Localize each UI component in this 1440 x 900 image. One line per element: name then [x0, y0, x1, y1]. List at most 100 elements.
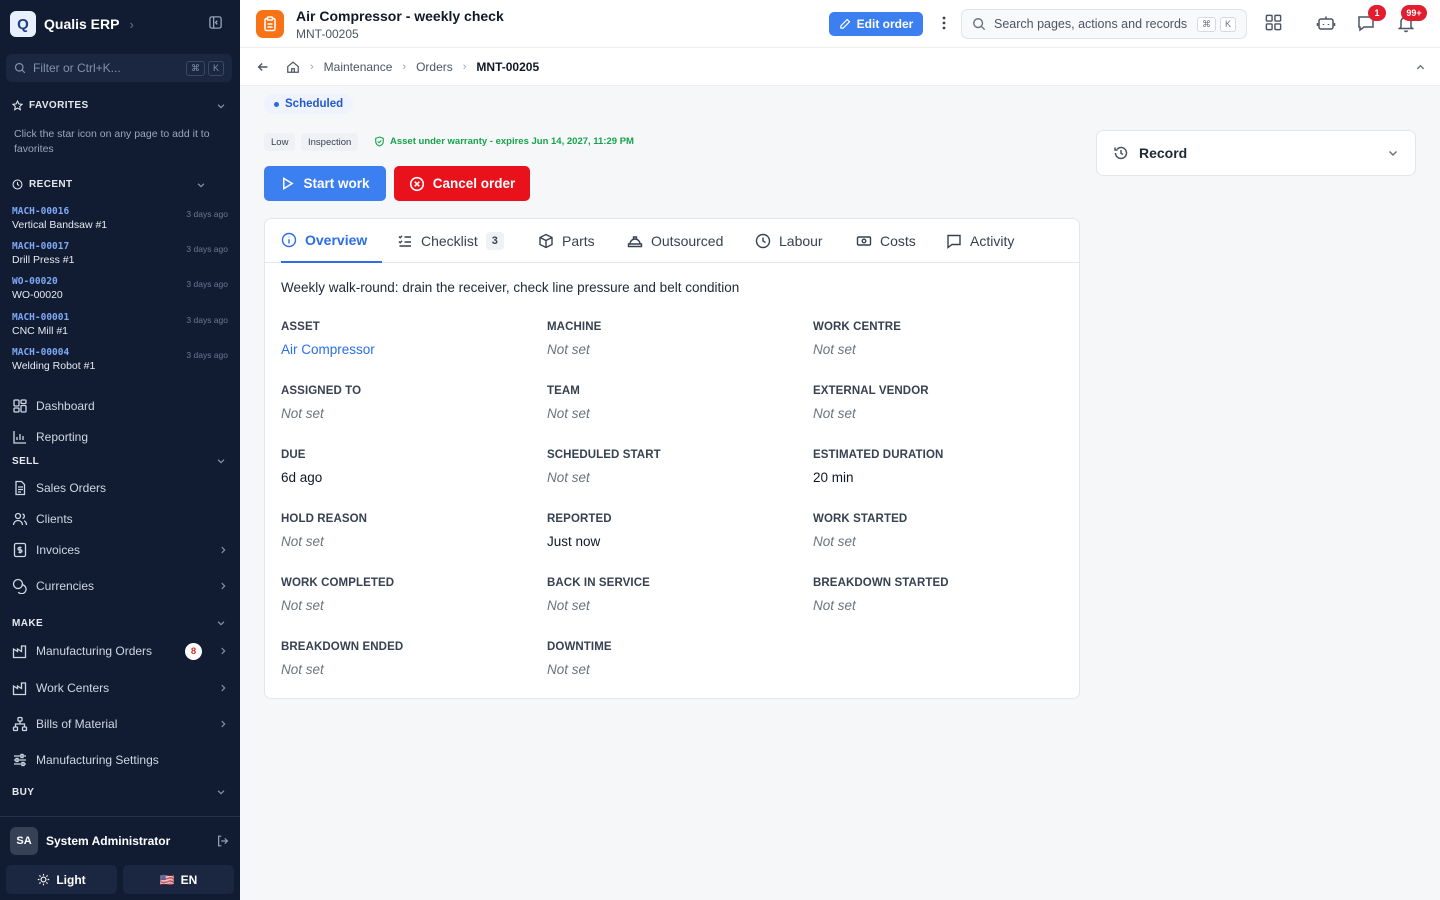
chevron-right-icon: › — [129, 16, 134, 32]
factory-icon — [12, 643, 28, 659]
field-value: Not set — [547, 598, 590, 613]
tab-activity[interactable]: Activity — [946, 219, 1014, 263]
tab-checklist[interactable]: Checklist 3 — [397, 219, 504, 263]
status-dot — [274, 101, 279, 107]
field-value: Not set — [281, 598, 324, 613]
recent-item[interactable]: MACH-00016 Vertical Bandsaw #1 3 days ag… — [12, 206, 230, 236]
sidebar-item-work-centers[interactable]: Work Centers — [12, 675, 228, 701]
notifications-badge: 99+ — [1401, 5, 1427, 21]
field-label: HOLD REASON — [281, 513, 368, 525]
filter-shortcut: ⌘ K — [185, 60, 224, 76]
field-label: WORK CENTRE — [813, 321, 901, 333]
recent-header[interactable]: RECENT — [12, 179, 73, 190]
field-assigned-to: ASSIGNED TO Not set — [281, 385, 531, 421]
sliders-icon — [12, 752, 28, 768]
pencil-icon — [839, 18, 851, 30]
sidebar-item-manufacturing-orders[interactable]: Manufacturing Orders 8 — [12, 638, 228, 664]
make-header[interactable]: MAKE — [12, 618, 43, 629]
field-value: Not set — [281, 662, 324, 677]
recent-item[interactable]: MACH-00001 CNC Mill #1 3 days ago — [12, 312, 230, 342]
tab-labour[interactable]: Labour — [755, 219, 823, 263]
sidebar-collapse-icon[interactable] — [208, 15, 223, 30]
top-bar: Air Compressor - weekly check MNT-00205 … — [240, 0, 1440, 48]
chevron-right-icon — [218, 719, 228, 729]
field-external-vendor: EXTERNAL VENDOR Not set — [813, 385, 1063, 421]
recent-item-name: Drill Press #1 — [12, 254, 75, 266]
field-value: Not set — [281, 406, 324, 421]
field-value: Not set — [547, 342, 590, 357]
chevron-down-icon[interactable] — [216, 456, 226, 466]
back-arrow-icon[interactable] — [256, 60, 270, 74]
field-asset: ASSET Air Compressor — [281, 321, 531, 357]
recent-item[interactable]: MACH-00017 Drill Press #1 3 days ago — [12, 241, 230, 271]
recent-item[interactable]: MACH-00004 Welding Robot #1 3 days ago — [12, 347, 230, 377]
logout-icon[interactable] — [216, 834, 230, 848]
cancel-order-button[interactable]: Cancel order — [394, 166, 530, 201]
order-description: Weekly walk-round: drain the receiver, c… — [281, 280, 740, 295]
recent-item[interactable]: WO-00020 WO-00020 3 days ago — [12, 276, 230, 306]
tab-costs[interactable]: Costs — [856, 219, 916, 263]
hard-hat-icon — [627, 233, 643, 249]
buy-header[interactable]: BUY — [12, 787, 34, 798]
sidebar-filter-input[interactable]: Filter or Ctrl+K... ⌘ K — [6, 54, 232, 82]
sidebar-item-label: Reporting — [36, 430, 89, 444]
theme-toggle-button[interactable]: Light — [6, 865, 117, 894]
flag-icon: 🇺🇸 — [159, 872, 175, 887]
sidebar-item-label: Sales Orders — [36, 481, 107, 495]
tab-outsourced[interactable]: Outsourced — [627, 219, 723, 263]
sidebar-item-manufacturing-settings[interactable]: Manufacturing Settings — [12, 747, 228, 773]
sidebar-item-reporting[interactable]: Reporting — [12, 424, 228, 450]
tab-parts[interactable]: Parts — [538, 219, 595, 263]
tab-label: Outsourced — [651, 233, 724, 249]
sidebar-item-dashboard[interactable]: Dashboard — [12, 393, 228, 419]
field-breakdown-ended: BREAKDOWN ENDED Not set — [281, 641, 531, 677]
edit-order-button[interactable]: Edit order — [829, 12, 923, 36]
sidebar-item-label: Bills of Material — [36, 717, 118, 731]
sidebar-item-clients[interactable]: Clients — [12, 506, 228, 532]
chevron-down-icon — [1387, 147, 1399, 159]
chevron-down-icon[interactable] — [216, 787, 226, 797]
chevron-right-icon: › — [310, 60, 314, 73]
chevron-down-icon[interactable] — [216, 101, 226, 111]
chevron-down-icon[interactable] — [196, 180, 206, 190]
field-value: Just now — [547, 534, 601, 549]
sidebar-item-sales-orders[interactable]: Sales Orders — [12, 475, 228, 501]
sidebar-item-currencies[interactable]: Currencies — [12, 573, 228, 599]
sidebar-item-bills-of-material[interactable]: Bills of Material — [12, 711, 228, 737]
sidebar-item-invoices[interactable]: Invoices — [12, 537, 228, 563]
app-brand[interactable]: Q Qualis ERP › — [10, 10, 134, 38]
bot-icon[interactable] — [1316, 13, 1336, 33]
chevron-down-icon[interactable] — [216, 618, 226, 628]
chevron-right-icon — [218, 581, 228, 591]
start-work-button[interactable]: Start work — [264, 166, 386, 201]
global-search-input[interactable]: Search pages, actions and records ⌘ K — [961, 9, 1247, 39]
chevron-right-icon — [218, 683, 228, 693]
user-menu[interactable]: SA System Administrator — [10, 827, 230, 855]
sidebar-item-label: Work Centers — [36, 681, 110, 695]
field-value: Not set — [547, 470, 590, 485]
favorites-header[interactable]: FAVORITES — [12, 100, 89, 111]
field-machine: MACHINE Not set — [547, 321, 797, 357]
star-icon — [12, 100, 23, 111]
home-icon[interactable] — [286, 60, 300, 74]
checklist-count-badge: 3 — [485, 232, 504, 250]
asset-link[interactable]: Air Compressor — [281, 342, 531, 357]
cancel-order-label: Cancel order — [432, 176, 516, 191]
order-details-card: Overview Checklist 3 Parts Outsourced La… — [264, 218, 1080, 699]
chevron-right-icon: › — [402, 60, 407, 73]
sell-header[interactable]: SELL — [12, 456, 39, 467]
search-icon — [972, 17, 986, 31]
apps-grid-icon[interactable] — [1264, 13, 1283, 32]
tab-overview[interactable]: Overview — [281, 219, 383, 263]
breadcrumb-maintenance[interactable]: Maintenance — [324, 60, 393, 74]
language-button[interactable]: 🇺🇸 EN — [123, 865, 234, 894]
field-label: DOWNTIME — [547, 641, 612, 653]
more-vertical-icon[interactable] — [937, 14, 951, 32]
make-title: MAKE — [12, 618, 44, 629]
record-panel[interactable]: Record — [1096, 130, 1416, 176]
avatar: SA — [10, 827, 38, 855]
checklist-icon — [397, 233, 413, 249]
breadcrumb-orders[interactable]: Orders — [416, 60, 453, 74]
chevron-up-icon[interactable] — [1415, 62, 1426, 73]
chevron-right-icon — [218, 545, 228, 555]
